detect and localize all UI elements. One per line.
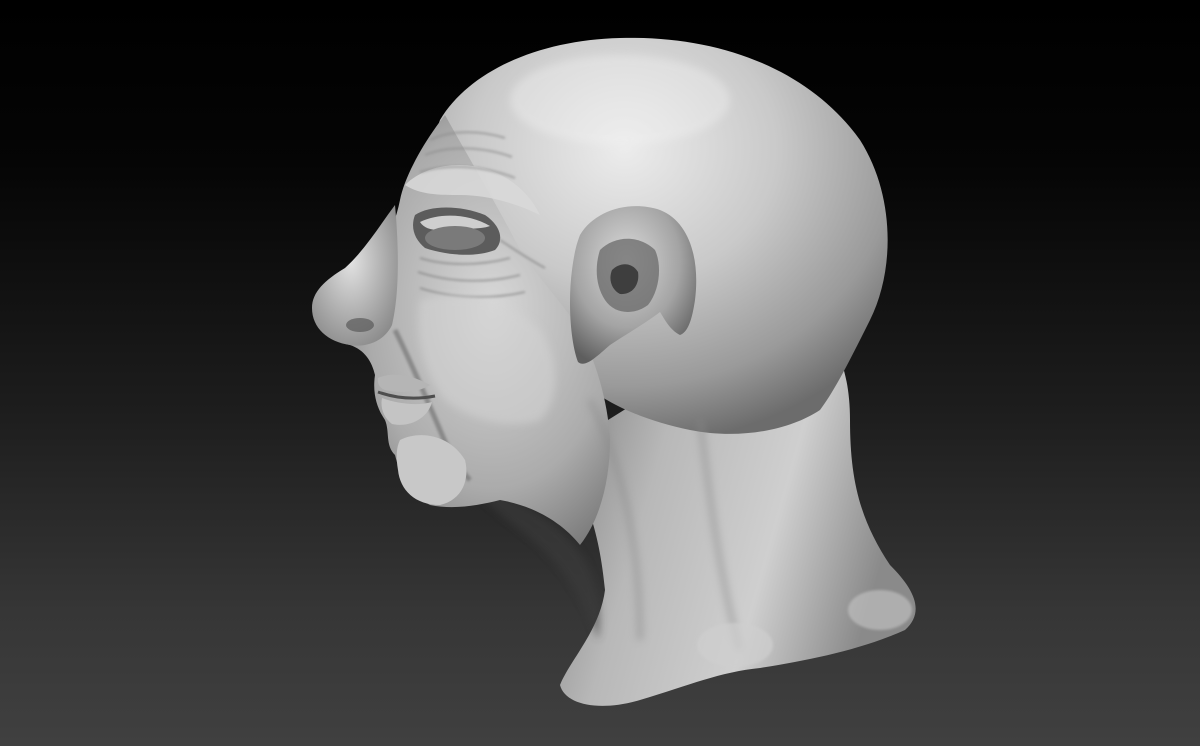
sculpt-viewport[interactable] xyxy=(0,0,1200,746)
eye-icon xyxy=(425,226,485,250)
nostril xyxy=(346,318,374,332)
shoulder-knob xyxy=(848,590,912,630)
sculpt-render xyxy=(312,37,916,706)
skull-highlight xyxy=(510,55,730,145)
collarbone-knob xyxy=(697,623,773,667)
